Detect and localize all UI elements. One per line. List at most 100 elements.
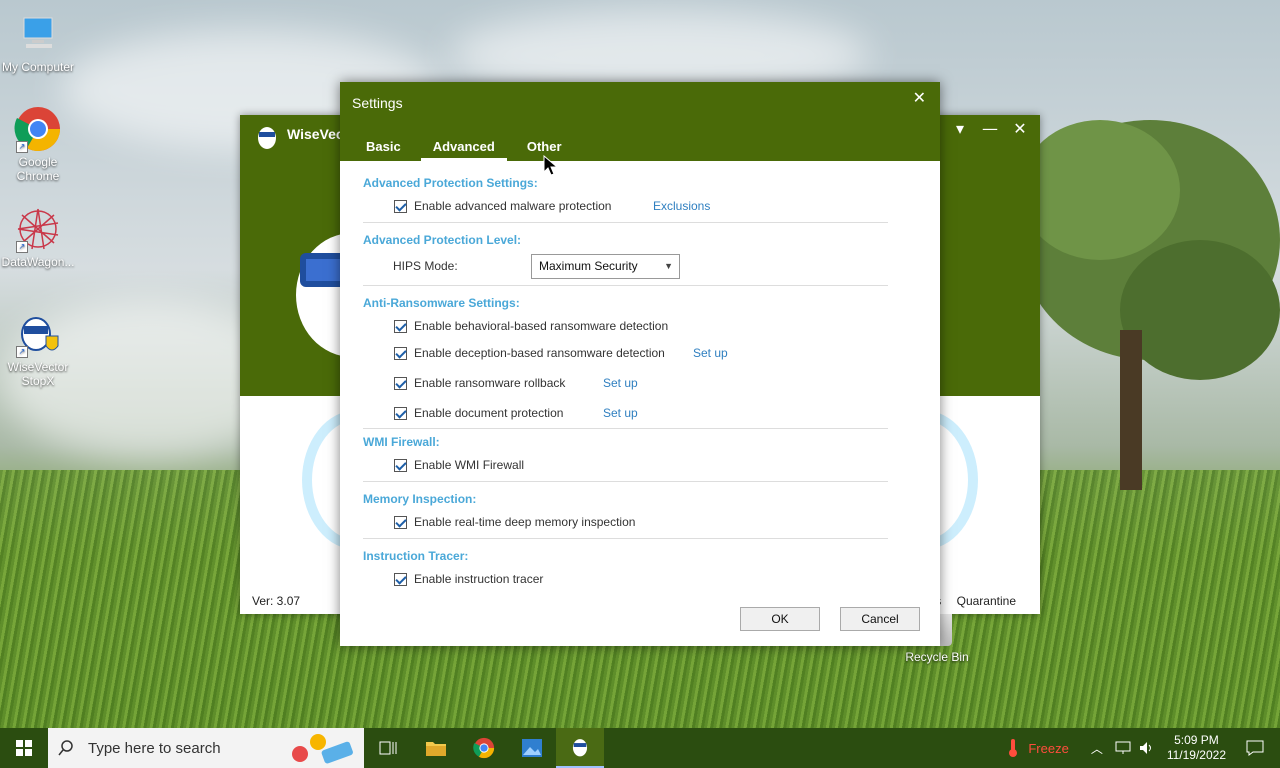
taskbar-wisevector[interactable] <box>556 728 604 768</box>
notifications-icon[interactable] <box>1246 740 1264 756</box>
section-title: Instruction Tracer: <box>363 549 469 563</box>
datawagon-icon: ↗ <box>14 205 62 253</box>
section-title: WMI Firewall: <box>363 435 440 449</box>
chevron-down-icon: ▼ <box>664 260 673 271</box>
checkbox-memory[interactable] <box>394 515 407 529</box>
cancel-button[interactable]: Cancel <box>840 607 920 631</box>
task-view-button[interactable] <box>364 728 412 768</box>
section-title: Anti-Ransomware Settings: <box>363 296 520 310</box>
version-label: Ver: 3.07 <box>252 594 301 608</box>
setting-row-wmi: Enable WMI Firewall <box>363 453 893 477</box>
section-title: Advanced Protection Level: <box>363 233 522 247</box>
desktop-icon-label: DataWagon... <box>1 255 75 269</box>
volume-icon[interactable] <box>1139 741 1155 755</box>
setting-label: Enable WMI Firewall <box>414 458 525 472</box>
desktop-icon-my-computer[interactable]: My Computer <box>0 10 76 74</box>
desktop-icon-label: My Computer <box>1 60 75 74</box>
setting-label: Enable real-time deep memory inspection <box>414 515 636 529</box>
photos-icon <box>522 739 542 757</box>
ok-button[interactable]: OK <box>740 607 820 631</box>
wisevector-logo-icon <box>258 127 276 149</box>
section-title: Memory Inspection: <box>363 492 477 506</box>
setting-row-rollback: Enable ransomware rollback Set up <box>363 368 893 398</box>
close-icon[interactable]: ✕ <box>1012 119 1028 138</box>
settings-dialog: Settings ✕ Basic Advanced Other Advanced… <box>340 82 940 646</box>
folder-icon <box>426 742 446 756</box>
taskbar-file-explorer[interactable] <box>412 728 460 768</box>
desktop-icon-datawagon[interactable]: ↗ DataWagon... <box>0 205 76 269</box>
taskbar-clock[interactable]: 5:09 PM 11/19/2022 <box>1167 733 1226 763</box>
search-icon <box>58 740 73 756</box>
setting-label: Enable document protection <box>414 406 564 420</box>
rollback-setup-link[interactable]: Set up <box>603 376 638 390</box>
main-window-title: WiseVec <box>287 126 344 142</box>
windows-icon <box>16 740 32 756</box>
chrome-icon: ↗ <box>14 105 62 153</box>
system-tray: Freeze ︿ 5:09 PM 11/19/2022 <box>1006 728 1280 768</box>
exclusions-link[interactable]: Exclusions <box>653 199 710 213</box>
clock-date: 11/19/2022 <box>1166 748 1226 762</box>
divider <box>363 285 888 286</box>
checkbox-deception[interactable] <box>394 346 407 360</box>
deception-setup-link[interactable]: Set up <box>693 346 728 360</box>
chrome-icon <box>473 737 495 759</box>
setting-row-document: Enable document protection Set up <box>363 398 893 428</box>
task-view-icon <box>379 741 397 755</box>
thermometer-icon <box>1009 739 1018 757</box>
close-icon[interactable]: ✕ <box>913 88 926 107</box>
checkbox-document[interactable] <box>394 406 407 420</box>
wisevector-icon: ↗ <box>14 310 62 358</box>
setting-label: Enable advanced malware protection <box>414 199 612 213</box>
hips-mode-value: Maximum Security <box>539 258 638 273</box>
taskbar: Type here to search Freeze ︿ 5:09 PM 11/… <box>0 728 1280 768</box>
divider <box>363 222 888 223</box>
shortcut-arrow-icon: ↗ <box>16 241 28 253</box>
search-highlight-icon <box>292 734 353 764</box>
checkbox-rollback[interactable] <box>394 376 407 390</box>
hips-mode-label: HIPS Mode: <box>393 259 458 273</box>
taskbar-photos[interactable] <box>508 728 556 768</box>
setting-label: Enable instruction tracer <box>414 572 544 586</box>
desktop-icon-label: WiseVector StopX <box>7 360 69 388</box>
checkbox-behavioral[interactable] <box>394 319 407 333</box>
tab-basic[interactable]: Basic <box>354 138 413 161</box>
section-title: Advanced Protection Settings: <box>363 176 538 190</box>
setting-row-hips: HIPS Mode: Maximum Security ▼ <box>363 251 893 281</box>
checkbox-advanced-malware[interactable] <box>394 199 407 213</box>
checkbox-wmi[interactable] <box>394 458 407 472</box>
desktop-icon-wisevector-stopx[interactable]: ↗ WiseVector StopX <box>0 310 76 388</box>
desktop-icon-label: Recycle Bin <box>905 650 969 664</box>
menu-dropdown-icon[interactable]: ▾ <box>952 119 968 138</box>
setting-row-tracer: Enable instruction tracer <box>363 567 893 591</box>
settings-content: Advanced Protection Settings: Enable adv… <box>363 176 893 591</box>
setting-row-behavioral: Enable behavioral-based ransomware detec… <box>363 314 893 338</box>
network-icon[interactable] <box>1115 741 1131 755</box>
chevron-up-icon[interactable]: ︿ <box>1091 740 1103 757</box>
shortcut-arrow-icon: ↗ <box>16 141 28 153</box>
freeze-label: Freeze <box>1028 740 1069 756</box>
settings-title: Settings <box>352 95 403 111</box>
freeze-indicator[interactable]: Freeze <box>1006 738 1069 758</box>
quarantine-link[interactable]: s Quarantine <box>935 594 1016 608</box>
mouse-cursor-icon <box>543 155 559 176</box>
setting-label: Enable behavioral-based ransomware detec… <box>414 319 669 333</box>
setting-row-deception: Enable deception-based ransomware detect… <box>363 338 893 368</box>
settings-tabs: Basic Advanced Other <box>354 138 574 161</box>
settings-header: Settings ✕ Basic Advanced Other <box>340 82 940 161</box>
setting-row-advanced-malware: Enable advanced malware protection Exclu… <box>363 194 893 218</box>
start-button[interactable] <box>0 728 48 768</box>
document-setup-link[interactable]: Set up <box>603 406 638 420</box>
desktop-icon-google-chrome[interactable]: ↗ Google Chrome <box>0 105 76 183</box>
shortcut-arrow-icon: ↗ <box>16 346 28 358</box>
divider <box>363 481 888 482</box>
hips-mode-select[interactable]: Maximum Security ▼ <box>531 253 680 279</box>
tab-advanced[interactable]: Advanced <box>420 138 507 161</box>
desktop-icon-label: Google Chrome <box>16 155 60 183</box>
taskbar-search[interactable]: Type here to search <box>48 728 364 768</box>
setting-row-memory: Enable real-time deep memory inspection <box>363 510 893 534</box>
minimize-icon[interactable]: — <box>982 119 998 138</box>
search-input[interactable]: Type here to search <box>88 740 221 757</box>
checkbox-tracer[interactable] <box>394 572 407 586</box>
taskbar-chrome[interactable] <box>460 728 508 768</box>
clock-time: 5:09 PM <box>1174 733 1219 747</box>
